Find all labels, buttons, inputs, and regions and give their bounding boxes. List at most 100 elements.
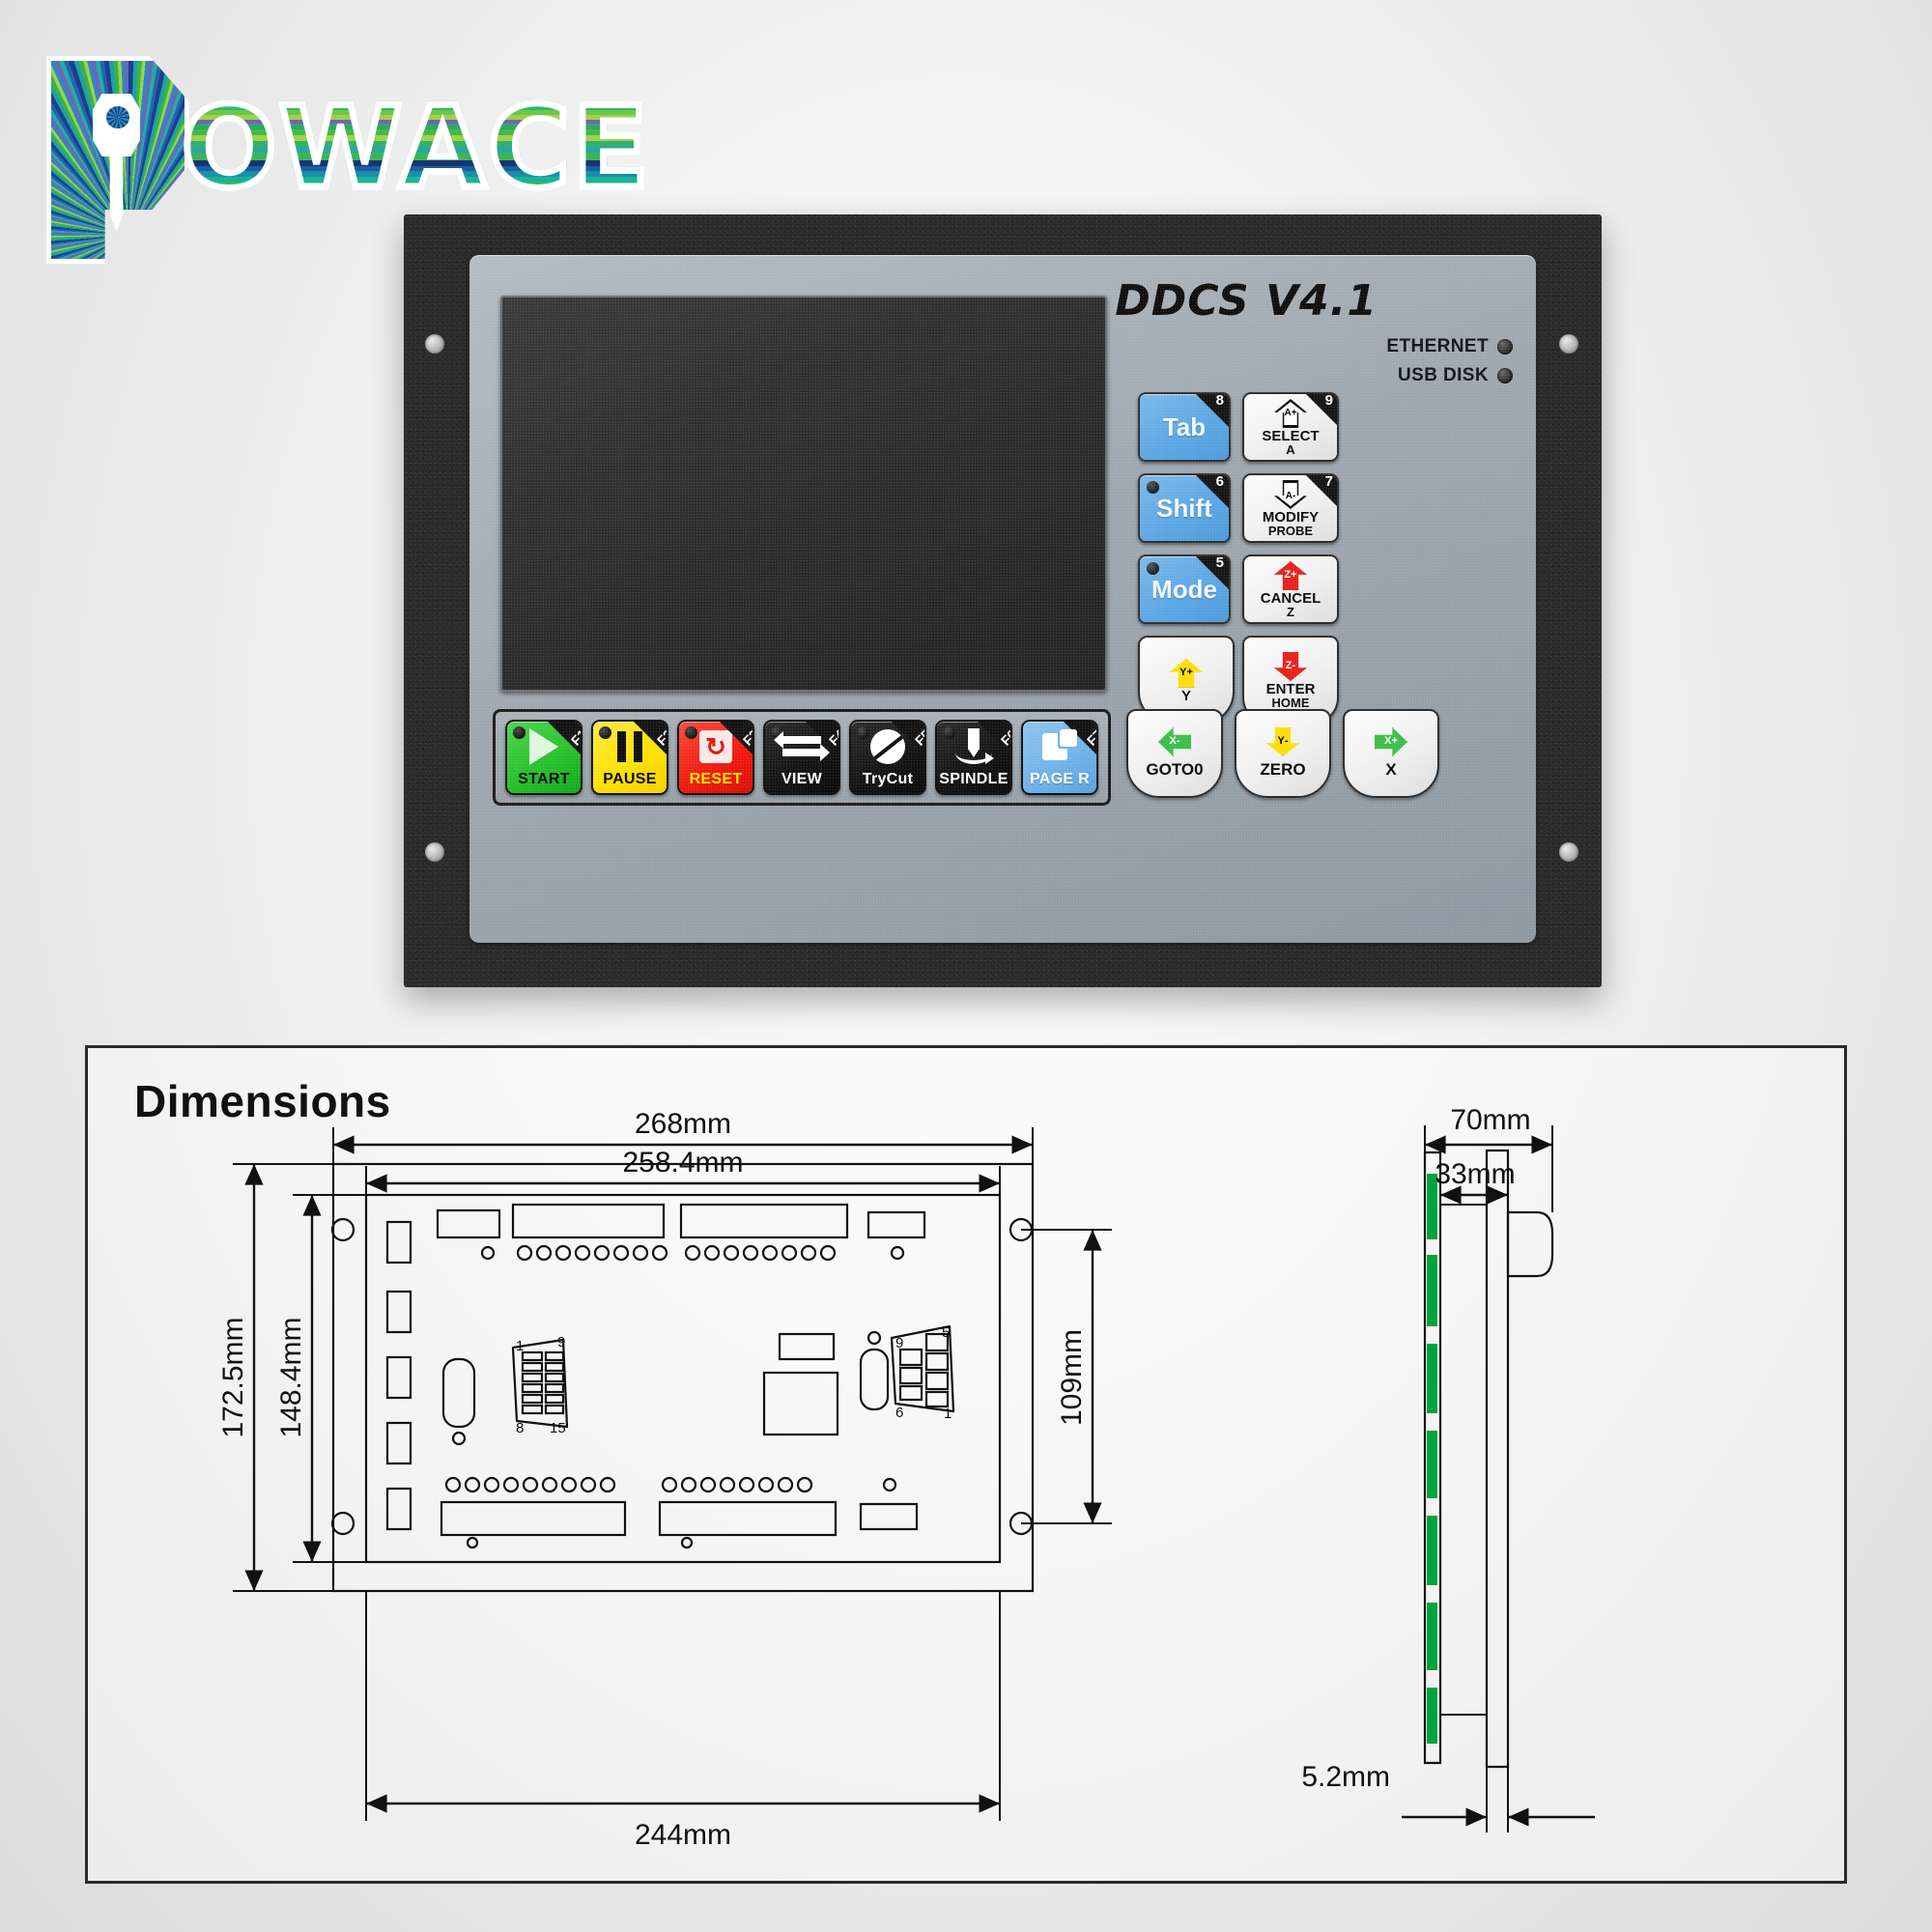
tab-key-number: 8 [1215, 392, 1224, 409]
arrow-up-icon: Z + [1274, 561, 1307, 591]
brand-name: OWACE [179, 80, 652, 217]
dim-depth-body: 33mm [1435, 1158, 1515, 1190]
play-icon [507, 722, 581, 771]
corner-tag-icon [1306, 475, 1337, 506]
corner-tag-icon [720, 722, 753, 754]
spindle-tool-icon [937, 722, 1010, 771]
mode-key[interactable]: 5 Mode [1138, 554, 1231, 624]
start-fkey-label: F1 [567, 726, 582, 749]
key-led-icon [685, 726, 697, 739]
zero-button[interactable]: Y- ZERO [1235, 709, 1331, 798]
select-a-key[interactable]: 9 A + SELECT A [1242, 392, 1339, 462]
y-axis-plus-key[interactable]: Y + Y [1138, 636, 1235, 724]
key-led-icon [1147, 562, 1159, 575]
spindle-label: SPINDLE [939, 771, 1009, 787]
select-a-line1: SELECT [1262, 428, 1320, 445]
cut-disc-icon [851, 722, 924, 771]
corner-tag-icon [978, 722, 1010, 754]
spindle-button[interactable]: F6 SPINDLE [935, 720, 1012, 795]
reset-button[interactable]: F3 ↻ RESET [677, 720, 754, 795]
start-button[interactable]: F1 START [505, 720, 582, 795]
dim-width-outer: 268mm [635, 1108, 731, 1140]
x-axis-label-text: X [1385, 760, 1397, 779]
db9-pin-1: 1 [944, 1406, 952, 1422]
key-led-icon [943, 726, 955, 739]
dimensions-panel: Dimensions 1 9 8 15 9 5 6 1 268mm 258.4m… [85, 1045, 1847, 1884]
modify-probe-line1: MODIFY [1262, 509, 1320, 526]
page-r-fkey-label: F7 [1083, 726, 1098, 749]
mount-screw [1559, 842, 1578, 862]
x-axis-button[interactable]: X + X [1343, 709, 1439, 798]
key-in-p-icon [46, 56, 189, 264]
key-led-icon [513, 726, 526, 739]
key-led-icon [1147, 481, 1159, 494]
goto-zero-button[interactable]: X- GOTO0 [1126, 709, 1223, 798]
dim-width-bottom: 244mm [635, 1819, 731, 1851]
enter-home-key[interactable]: Z- ENTER HOME [1242, 636, 1339, 724]
led-indicator-icon [1497, 368, 1513, 384]
z-axis-label: Z [1284, 568, 1292, 581]
usb-disk-label: USB DISK [1398, 365, 1489, 385]
db15-pin-9: 9 [557, 1334, 565, 1350]
dim-width-inner: 258.4mm [622, 1147, 743, 1179]
corner-tag-icon [1196, 394, 1229, 427]
zero-label: ZERO [1260, 760, 1306, 779]
axis-key-row: X- GOTO0 Y- ZERO X + X [1126, 709, 1439, 798]
z-axis-sign: + [1291, 568, 1297, 581]
cancel-z-line2: Z [1287, 605, 1294, 620]
pause-icon [593, 722, 667, 771]
mode-key-number: 5 [1215, 554, 1224, 571]
ethernet-indicator: ETHERNET [1386, 336, 1513, 357]
view-button[interactable]: F4 VIEW [763, 720, 840, 795]
enter-home-line2: HOME [1271, 696, 1310, 711]
db15-pin-15: 15 [550, 1420, 566, 1436]
function-key-row: F1 START F2 PAUSE F3 ↻ RESET F4 VIEW F5 … [493, 709, 1111, 806]
a-axis-sign: + [1291, 407, 1297, 418]
page-r-label: PAGE R [1030, 771, 1090, 787]
reset-label: RESET [689, 771, 743, 787]
device-faceplate: DDCS V4.1 ETHERNET USB DISK 8 Tab 6 Shif… [469, 255, 1536, 943]
arrow-down-icon: Z- [1274, 652, 1307, 682]
dim-height-inner: 148.4mm [275, 1317, 307, 1437]
a-axis-label: A [1284, 407, 1292, 418]
y-key-label: Y [1180, 687, 1191, 704]
shift-key[interactable]: 6 Shift [1138, 473, 1231, 543]
ethernet-label: ETHERNET [1386, 336, 1489, 356]
tab-key[interactable]: 8 Tab [1138, 392, 1231, 462]
db9-pin-9: 9 [895, 1335, 903, 1351]
dim-bezel-thickness: 5.2mm [1301, 1761, 1390, 1793]
y-axis-sign: + [1186, 666, 1193, 678]
select-a-number: 9 [1324, 392, 1333, 409]
mode-key-label: Mode [1151, 574, 1217, 604]
x-axis-label: X [1384, 734, 1392, 747]
key-led-icon [771, 726, 783, 739]
dim-height-outer: 172.5mm [217, 1317, 249, 1437]
corner-tag-icon [892, 722, 924, 754]
cancel-z-key[interactable]: Z + CANCEL Z [1242, 554, 1339, 624]
modify-probe-key[interactable]: 7 A- MODIFY PROBE [1242, 473, 1339, 543]
arrow-right-icon: X + [1375, 727, 1407, 756]
page-icon [1023, 722, 1096, 771]
modify-probe-number: 7 [1324, 473, 1333, 490]
key-led-icon [599, 726, 611, 739]
mount-screw [425, 842, 444, 862]
pause-button[interactable]: F2 PAUSE [591, 720, 668, 795]
arrow-left-icon: X- [1158, 727, 1191, 756]
db9-pin-6: 6 [895, 1405, 903, 1421]
trycut-button[interactable]: F5 TryCut [849, 720, 926, 795]
trycut-fkey-label: F5 [911, 726, 926, 749]
z-axis-sign: - [1292, 659, 1296, 671]
select-a-line2: A [1286, 442, 1295, 458]
page-r-button[interactable]: F7 PAGE R [1021, 720, 1098, 795]
z-axis-label: Z [1285, 659, 1293, 671]
cancel-z-line1: CANCEL [1260, 590, 1321, 608]
model-label: DDCS V4.1 [1115, 276, 1378, 326]
y-axis-label: Y [1179, 666, 1187, 678]
arrow-up-icon: Y + [1170, 658, 1203, 688]
mount-screw [425, 334, 444, 354]
db15-pin-1: 1 [516, 1338, 524, 1354]
arrow-down-icon: A- [1274, 480, 1307, 510]
lcd-display[interactable] [500, 296, 1107, 692]
db15-pin-8: 8 [516, 1420, 524, 1436]
start-label: START [518, 771, 570, 787]
